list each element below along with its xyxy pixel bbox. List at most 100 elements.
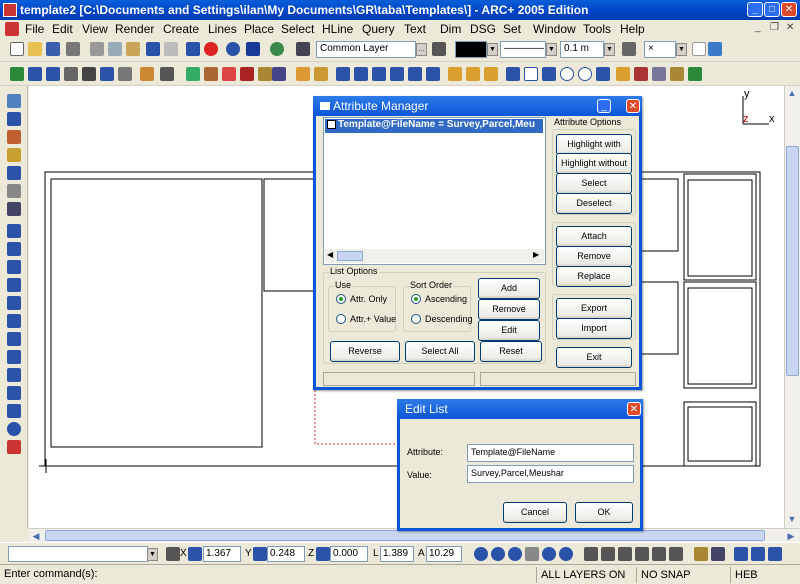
attr-value-radio[interactable] xyxy=(336,314,346,324)
crosshair-tool-icon[interactable] xyxy=(7,224,21,238)
color-select[interactable] xyxy=(455,41,487,58)
vertical-scrollbar[interactable]: ▲ ▼ xyxy=(784,86,800,528)
menu-dsg[interactable]: DSG xyxy=(470,22,496,36)
globe-icon[interactable] xyxy=(270,42,284,56)
2d-tool-icon[interactable] xyxy=(100,67,114,81)
help-icon[interactable] xyxy=(226,42,240,56)
x-lock-icon[interactable] xyxy=(188,547,202,561)
view-6-icon[interactable] xyxy=(669,547,683,561)
attribute-manager-close[interactable]: ✕ xyxy=(626,99,640,113)
layer-dropdown-button[interactable]: … xyxy=(416,43,427,56)
marker-tool-icon[interactable] xyxy=(222,67,236,81)
up-arrow-icon[interactable] xyxy=(186,42,200,56)
length-field[interactable]: 1.389 xyxy=(380,546,414,562)
ellipse-tool-icon[interactable] xyxy=(578,67,592,81)
menu-hline[interactable]: HLine xyxy=(322,22,353,36)
open-icon[interactable] xyxy=(28,42,42,56)
command-combo[interactable] xyxy=(8,546,148,562)
beam-tool-icon[interactable] xyxy=(64,67,78,81)
angle-field[interactable]: 10.29 xyxy=(426,546,462,562)
y-lock-icon[interactable] xyxy=(253,547,267,561)
mdi-restore-button[interactable]: ❐ xyxy=(770,22,779,33)
zoom-out-icon[interactable] xyxy=(491,547,505,561)
edit-list-close[interactable]: ✕ xyxy=(627,402,641,416)
parallel-icon[interactable] xyxy=(7,314,21,328)
view-2-icon[interactable] xyxy=(601,547,615,561)
wall-tool-icon[interactable] xyxy=(28,67,42,81)
scroll-left-button[interactable]: ◀ xyxy=(29,529,43,543)
join-tool-icon[interactable] xyxy=(670,67,684,81)
mdi-minimize-button[interactable]: _ xyxy=(755,22,761,33)
edit-button[interactable]: Edit xyxy=(478,320,540,341)
perpendicular-icon[interactable] xyxy=(7,296,21,310)
zoom-tool-icon[interactable] xyxy=(118,67,132,81)
panel-1-icon[interactable] xyxy=(734,547,748,561)
attribute-list-item[interactable]: Template@FileName = Survey,Parcel,Meu xyxy=(325,119,543,133)
snap-tool-icon[interactable] xyxy=(652,67,666,81)
line-draw-icon[interactable] xyxy=(7,260,21,274)
draw-tool-icon[interactable] xyxy=(10,67,24,81)
print-icon[interactable] xyxy=(66,42,80,56)
walk-icon[interactable] xyxy=(711,547,725,561)
hatch-tool-icon[interactable] xyxy=(296,67,310,81)
tangent-icon[interactable] xyxy=(7,332,21,346)
list-scroll-thumb[interactable] xyxy=(337,251,363,261)
cancel-button[interactable]: Cancel xyxy=(503,502,567,523)
minimize-button[interactable]: _ xyxy=(747,2,763,17)
add-button[interactable]: Add xyxy=(478,278,540,299)
fill-tool-icon[interactable] xyxy=(7,148,21,162)
curve-tool-icon[interactable] xyxy=(160,67,174,81)
line-width-select[interactable]: 0.1 m xyxy=(560,41,604,58)
export-button[interactable]: Export xyxy=(556,298,632,319)
deselect-button[interactable]: Deselect xyxy=(556,193,632,214)
scissors-tool-icon[interactable] xyxy=(634,67,648,81)
paste-icon[interactable] xyxy=(126,42,140,56)
zoom-in-icon[interactable] xyxy=(474,547,488,561)
render-icon[interactable] xyxy=(694,547,708,561)
snap-toggle-icon[interactable] xyxy=(166,547,180,561)
column-tool-icon[interactable] xyxy=(82,67,96,81)
import-button[interactable]: Import xyxy=(556,318,632,339)
diagonal-line-icon[interactable] xyxy=(7,278,21,292)
text-tool-icon[interactable] xyxy=(7,166,21,180)
document-icon[interactable] xyxy=(5,22,19,36)
remove-attribute-button[interactable]: Remove xyxy=(556,246,632,267)
bucket-tool-icon[interactable] xyxy=(314,67,328,81)
attribute-field[interactable]: Template@FileName xyxy=(467,444,634,462)
object-tool-icon[interactable] xyxy=(7,130,21,144)
pen-icon[interactable] xyxy=(622,42,636,56)
circle-tool-icon[interactable] xyxy=(560,67,574,81)
edit-list-titlebar[interactable]: Edit List xyxy=(397,399,643,419)
maximize-button[interactable]: □ xyxy=(764,2,780,17)
line-style-select[interactable]: ———— xyxy=(500,41,546,58)
list-item-checkbox[interactable] xyxy=(327,119,336,129)
arc-tool-icon[interactable] xyxy=(542,67,556,81)
menu-text[interactable]: Text xyxy=(404,22,426,36)
ascending-radio[interactable] xyxy=(411,294,421,304)
list-hscrollbar[interactable]: ◀ ▶ xyxy=(325,249,544,263)
query-tool-icon[interactable] xyxy=(7,202,21,216)
image-tool-icon[interactable] xyxy=(272,67,286,81)
copy-icon[interactable] xyxy=(108,42,122,56)
command-combo-dropdown[interactable]: ▼ xyxy=(147,548,158,561)
remove-button[interactable]: Remove xyxy=(478,299,540,320)
hand-tool-icon[interactable] xyxy=(7,184,21,198)
brush-tool-icon[interactable] xyxy=(204,67,218,81)
attach-button[interactable]: Attach xyxy=(556,226,632,247)
view-5-icon[interactable] xyxy=(652,547,666,561)
menu-select[interactable]: Select xyxy=(281,22,314,36)
extend-tool-icon[interactable] xyxy=(466,67,480,81)
mirror-tool-icon[interactable] xyxy=(372,67,386,81)
menu-edit[interactable]: Edit xyxy=(52,22,73,36)
exit-button[interactable]: Exit xyxy=(556,347,632,368)
menu-render[interactable]: Render xyxy=(115,22,154,36)
polyline-tool-icon[interactable] xyxy=(596,67,610,81)
view-1-icon[interactable] xyxy=(584,547,598,561)
panel-2-icon[interactable] xyxy=(751,547,765,561)
rectangle-tool-icon[interactable] xyxy=(524,67,538,81)
menu-file[interactable]: File xyxy=(25,22,44,36)
pan-icon[interactable] xyxy=(525,547,539,561)
menu-window[interactable]: Window xyxy=(533,22,576,36)
z-lock-icon[interactable] xyxy=(316,547,330,561)
paint-bucket-icon[interactable] xyxy=(708,42,722,56)
